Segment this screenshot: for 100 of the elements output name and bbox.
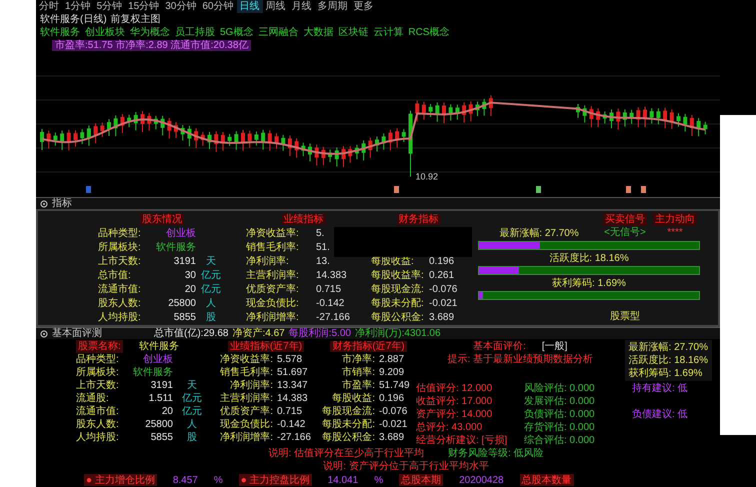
period-tab[interactable]: 1分钟 (62, 0, 94, 13)
candlestick (616, 108, 620, 130)
field-label: 净资收益率: (220, 354, 273, 365)
signal-marker-icon (394, 186, 399, 193)
note-text: 说明: 资产评分位于高于行业平均水平 (323, 460, 489, 473)
summary-item: 净资产:4.67 (232, 328, 285, 339)
field-label: 市净率: (342, 354, 375, 365)
candlestick (622, 108, 627, 128)
signal-marker-icon (641, 186, 646, 193)
candlestick (428, 103, 433, 118)
section-header: 业绩指标(近7年) (228, 341, 304, 352)
candlestick (388, 129, 392, 151)
field-value: 5855 (174, 312, 196, 323)
field-label: 上市天数: (98, 256, 141, 267)
unit-label: 股 (187, 432, 197, 443)
score-item: 收益评分: 17.000 (416, 395, 494, 408)
period-tab[interactable]: 30分钟 (162, 0, 200, 13)
score-item: 综合评估: 0.000 (524, 434, 596, 447)
candlestick (66, 129, 71, 151)
field-label: 品种类型: (76, 354, 119, 365)
stock-name: 软件服务 (138, 340, 179, 353)
field-value: 20 (184, 284, 196, 295)
field-label: 每股公积金: (371, 312, 424, 323)
period-tab[interactable]: 5分钟 (94, 0, 126, 13)
panel-title: 指标 (52, 198, 72, 209)
field-value: 1.511 (148, 393, 173, 404)
field-label: 销售毛利率: (246, 242, 299, 253)
candlestick (180, 124, 185, 141)
candlestick (656, 108, 660, 125)
field-value: 51. (316, 242, 330, 253)
section-header: 股票名称: (76, 340, 123, 353)
score-item: 存货评估: 0.000 (524, 421, 596, 434)
field-label: 优质资产率: (220, 406, 273, 417)
section-header: 股东情况 (140, 214, 184, 225)
score-item: 风险评估: 0.000 (524, 382, 596, 395)
candlestick (86, 124, 91, 146)
candlestick (354, 144, 359, 160)
rating-value: [一般] (542, 340, 568, 353)
field-value: 51.697 (277, 367, 308, 378)
candlestick (120, 114, 124, 134)
candlestick (663, 107, 668, 129)
concept-tag: 华为概念 (130, 26, 170, 39)
candlestick (254, 130, 258, 146)
score-item: 总评分: 43.000 (416, 421, 484, 434)
field-value: 0.715 (277, 406, 302, 417)
field-label: 每股未分配: (322, 419, 375, 430)
field-value: 51.749 (379, 380, 410, 391)
period-tab[interactable]: 15分钟 (125, 0, 162, 13)
candlestick (348, 146, 352, 164)
candlestick (160, 115, 165, 136)
candlestick (80, 128, 84, 145)
candlestick (281, 134, 286, 152)
field-value: 创业板 (143, 354, 173, 365)
field-label: 流通股: (76, 393, 109, 404)
score-item: 估值评分: 12.000 (416, 382, 494, 395)
candlestick (422, 101, 426, 120)
candlestick (610, 109, 614, 129)
field-value: 9.209 (379, 367, 404, 378)
candlestick (455, 104, 460, 120)
candlestick (488, 94, 493, 117)
field-label: 每股公积金: (322, 432, 375, 443)
field-label: 股东人数: (98, 298, 141, 309)
candlestick (248, 130, 252, 148)
period-tab[interactable]: 更多 (350, 0, 376, 13)
concept-tag: 员工持股 (175, 26, 215, 39)
candlestick (308, 143, 312, 162)
field-label: 总市值: (98, 270, 131, 281)
period-tab[interactable]: 60分钟 (199, 0, 236, 13)
field-value: -0.142 (277, 419, 306, 430)
period-tab[interactable]: 周线 (262, 0, 288, 13)
field-label: 每股收益率: (371, 270, 424, 281)
field-value: 3.689 (429, 312, 454, 323)
period-tab[interactable]: 多周期 (314, 0, 350, 13)
score-item: 资产评分: 14.000 (416, 408, 494, 421)
period-tab[interactable]: 分时 (36, 0, 62, 13)
field-value: 25800 (168, 298, 196, 309)
candlestick (670, 108, 674, 130)
indicator-tag: 总股本期 (399, 474, 444, 486)
field-label: 上市天数: (76, 380, 119, 391)
field-label: 现金负债比: (220, 419, 273, 430)
field-label: 所属板块: (76, 367, 119, 378)
field-label: 流通市值: (98, 284, 141, 295)
panel-title: 基本面评测 (52, 328, 102, 339)
candlestick (53, 132, 58, 146)
candlestick (334, 146, 339, 167)
period-tab[interactable]: 日线 (236, 0, 262, 13)
candlestick (576, 103, 580, 118)
period-tab[interactable]: 月线 (288, 0, 314, 13)
field-label: 净资收益率: (246, 228, 299, 239)
candlestick (274, 132, 278, 150)
candlestick (630, 109, 634, 124)
field-value: 3191 (174, 256, 196, 267)
field-label: 每股现金流: (371, 284, 424, 295)
candlestick (100, 122, 104, 138)
candlestick (194, 128, 198, 149)
meter-label: 获利筹码: (552, 278, 595, 289)
field-label: 每股收益: (332, 393, 375, 404)
summary-item: 净利润(万):4301.06 (354, 328, 441, 339)
section-header: 业绩指标 (282, 214, 326, 225)
candlestick (107, 118, 111, 136)
